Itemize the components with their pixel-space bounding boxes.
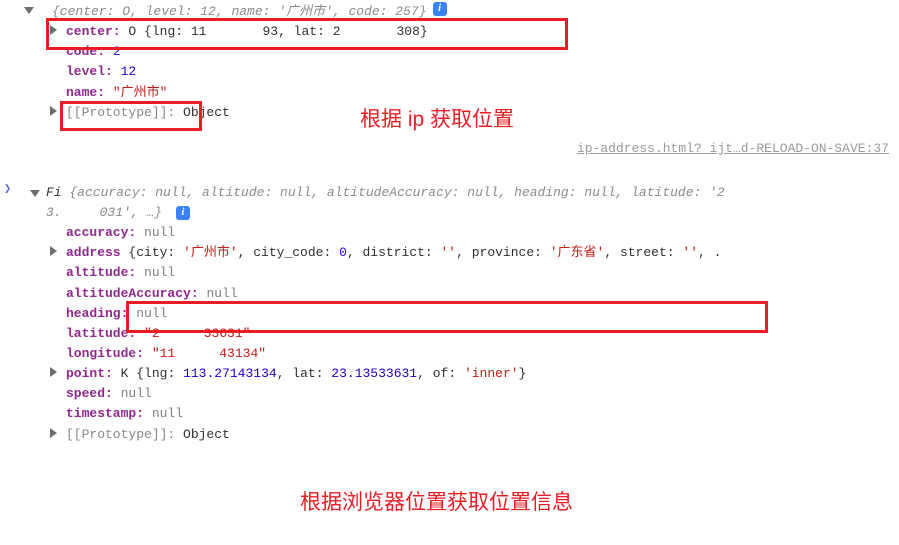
proto-value: Object <box>183 105 230 120</box>
accuracy-value: null <box>144 225 175 240</box>
info-icon[interactable]: i <box>433 2 447 16</box>
obj2-summary-row[interactable]: Fi {accuracy: null, altitude: null, alti… <box>0 183 899 223</box>
obj2-altitude-row: altitude: null <box>0 263 899 283</box>
proto-value: Object <box>183 427 230 442</box>
obj1-level-row: level: 12 <box>0 62 899 82</box>
obj2-address-row[interactable]: address {city: '广州市', city_code: 0, dist… <box>0 243 899 263</box>
center-braces: {lng: 1193, lat: 2308} <box>144 24 428 39</box>
key-name: name: <box>66 85 105 100</box>
key-accuracy: accuracy: <box>66 225 136 240</box>
chevron-right-icon[interactable] <box>50 428 57 438</box>
obj1-center-row[interactable]: center: O {lng: 1193, lat: 2308} <box>0 22 899 42</box>
key-heading: heading: <box>66 306 128 321</box>
obj1-code-row: code: 2 <box>0 42 899 62</box>
center-class: O <box>128 24 144 39</box>
annotation-browser: 根据浏览器位置获取位置信息 <box>300 487 573 520</box>
chevron-right-icon[interactable] <box>50 106 57 116</box>
chevron-right-icon[interactable] <box>50 246 57 256</box>
source-link[interactable]: ip-address.html?_ijt…d-RELOAD-ON-SAVE:37 <box>577 141 889 156</box>
obj2-summary: Fi {accuracy: null, altitude: null, alti… <box>46 185 725 220</box>
obj1-name-row: name: "广州市" <box>0 83 899 103</box>
annotation-ip: 根据 ip 获取位置 <box>360 104 514 137</box>
key-altitude: altitude: <box>66 265 136 280</box>
ts-value: null <box>152 406 183 421</box>
chevron-down-icon[interactable] <box>24 7 34 14</box>
key-point: point: <box>66 366 113 381</box>
chevron-down-icon[interactable] <box>30 190 40 197</box>
obj2-point-row[interactable]: point: K {lng: 113.27143134, lat: 23.135… <box>0 364 899 384</box>
key-level: level: <box>66 64 113 79</box>
altitude-value: null <box>144 265 175 280</box>
chevron-right-icon[interactable] <box>50 367 57 377</box>
obj1-summary: {center: O, level: 12, name: '广州市', code… <box>52 2 427 22</box>
key-altacc: altitudeAccuracy: <box>66 286 199 301</box>
obj1-summary-row[interactable]: {center: O, level: 12, name: '广州市', code… <box>0 2 899 22</box>
level-value: 12 <box>121 64 137 79</box>
chevron-right-icon[interactable] <box>50 25 57 35</box>
obj2-lat-row: latitude: "233631" <box>0 324 899 344</box>
console-viewport: {center: O, level: 12, name: '广州市', code… <box>0 0 899 447</box>
key-timestamp: timestamp: <box>66 406 144 421</box>
key-longitude: longitude: <box>66 346 144 361</box>
lng-value: "1143134" <box>152 346 266 361</box>
obj2-heading-row: heading: null <box>0 304 899 324</box>
key-speed: speed: <box>66 386 113 401</box>
altacc-value: null <box>206 286 237 301</box>
obj2-altacc-row: altitudeAccuracy: null <box>0 284 899 304</box>
name-value: "广州市" <box>113 85 168 100</box>
key-prototype: [[Prototype]]: <box>66 427 175 442</box>
key-address: address <box>66 245 121 260</box>
lat-value: "233631" <box>144 326 250 341</box>
point-value: K {lng: 113.27143134, lat: 23.13533631, … <box>121 366 527 381</box>
obj2-accuracy-row: accuracy: null <box>0 223 899 243</box>
code-value: 2 <box>113 44 121 59</box>
obj2-ts-row: timestamp: null <box>0 404 899 424</box>
key-center: center: <box>66 24 121 39</box>
address-value: {city: '广州市', city_code: 0, district: ''… <box>128 245 721 260</box>
key-prototype: [[Prototype]]: <box>66 105 175 120</box>
speed-value: null <box>121 386 152 401</box>
heading-value: null <box>136 306 167 321</box>
obj2-proto-row[interactable]: [[Prototype]]: Object <box>0 425 899 445</box>
obj2-lng-row: longitude: "1143134" <box>0 344 899 364</box>
obj2-speed-row: speed: null <box>0 384 899 404</box>
info-icon[interactable]: i <box>176 206 190 220</box>
key-code: code: <box>66 44 105 59</box>
key-latitude: latitude: <box>66 326 136 341</box>
